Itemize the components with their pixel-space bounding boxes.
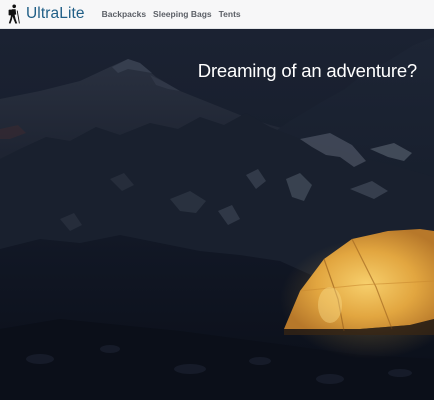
top-navbar: UltraLite Backpacks Sleeping Bags Tents [0,0,434,29]
nav-link-backpacks[interactable]: Backpacks [102,9,146,19]
main-nav: Backpacks Sleeping Bags Tents [102,9,248,19]
nav-link-sleeping-bags[interactable]: Sleeping Bags [153,9,212,19]
brand-link[interactable]: UltraLite [0,0,85,28]
hero-background-image [0,29,434,400]
hero-banner: Dreaming of an adventure? [0,29,434,400]
nav-link-tents[interactable]: Tents [219,9,241,19]
hiker-icon [7,4,20,24]
brand-name: UltraLite [26,5,85,22]
hero-headline: Dreaming of an adventure? [197,60,417,81]
